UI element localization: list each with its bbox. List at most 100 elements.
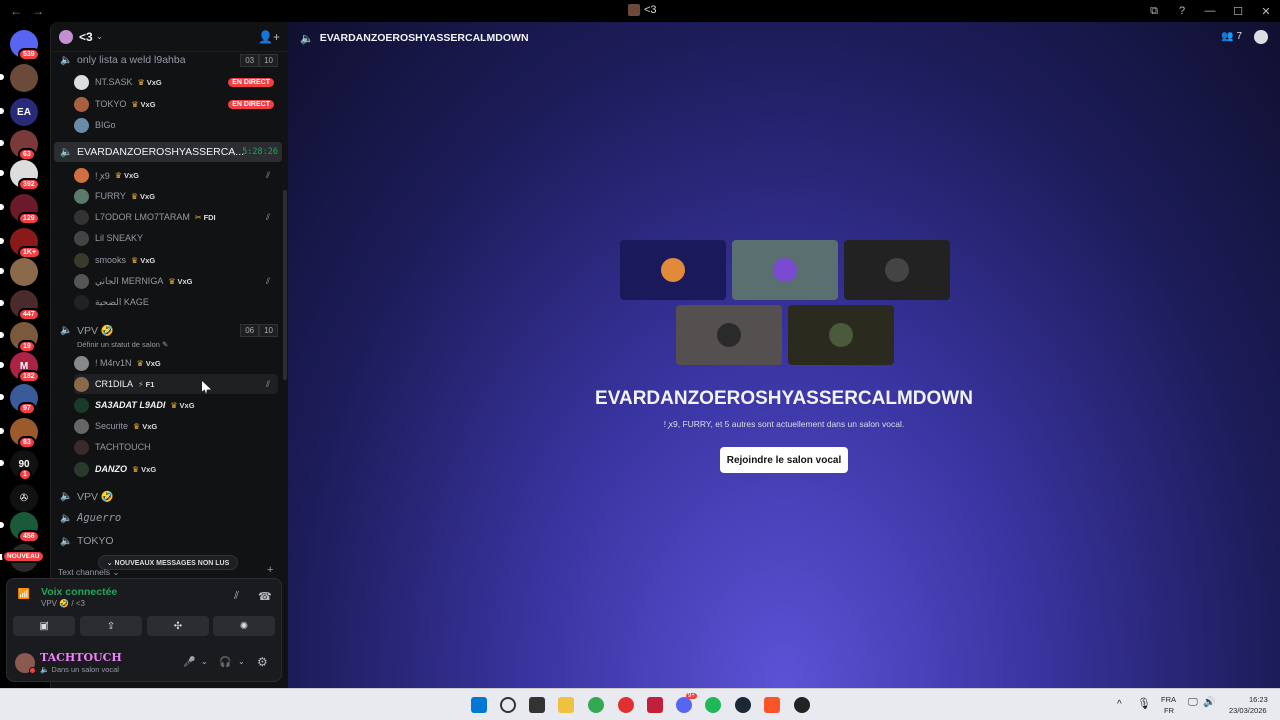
language-top[interactable]: FRA xyxy=(1161,695,1176,704)
voice-user[interactable]: Lil SNEAKY xyxy=(74,228,278,248)
windows-start-icon[interactable] xyxy=(471,697,487,713)
avatar xyxy=(74,418,89,434)
participant-tile[interactable] xyxy=(732,240,838,300)
spotify-icon[interactable] xyxy=(705,697,721,713)
help-icon[interactable]: ? xyxy=(1168,5,1196,17)
muted-icon: ⫽ xyxy=(265,169,270,180)
microphone-icon[interactable]: 🎤 xyxy=(183,657,195,668)
soundboard-button[interactable]: ✺ xyxy=(213,616,275,636)
voice-user[interactable]: SA3ADAT L9ADI ♛ VxG xyxy=(74,395,278,415)
discord-icon[interactable] xyxy=(676,697,692,713)
chevron-down-icon[interactable]: ⌄ xyxy=(201,657,208,666)
voice-user[interactable]: BIGo xyxy=(74,115,278,135)
voice-channel[interactable]: 🔈 only lista a weld l9ahba 03 10 xyxy=(54,50,282,70)
channel-name: EVARDANZOEROSHYASSERCA... xyxy=(77,146,245,158)
file-explorer-icon[interactable] xyxy=(558,697,574,713)
channel-name: VPV 🤣 xyxy=(77,324,115,337)
close-button[interactable]: ✕ xyxy=(1252,5,1280,18)
voice-user[interactable]: CR1DILA ⚡ F1 ⫽ xyxy=(74,374,278,394)
voice-user[interactable]: Securite ♛ VxG xyxy=(74,416,278,436)
avatar xyxy=(74,397,89,413)
voice-channel[interactable]: 🔈 Aguerro xyxy=(54,508,282,528)
participant-tile[interactable] xyxy=(676,305,782,365)
signal-icon[interactable]: 📶 xyxy=(15,589,33,607)
live-badge: EN DIRECT xyxy=(228,99,274,109)
task-view-icon[interactable] xyxy=(529,697,545,713)
unread-pip xyxy=(0,460,4,466)
join-voice-button[interactable]: Rejoindre le salon vocal xyxy=(720,447,848,473)
voice-user[interactable]: TOKYO ♛ VxG EN DIRECT xyxy=(74,94,278,114)
clan-tag-text: VxG xyxy=(177,276,193,286)
screen-share-button[interactable]: ⇪ xyxy=(80,616,142,636)
avatar xyxy=(717,323,741,347)
server-badge: NOUVEAU xyxy=(2,550,45,563)
headphones-icon[interactable]: 🎧 xyxy=(219,657,231,668)
voice-user[interactable]: DANZO ♛ VxG xyxy=(74,459,278,479)
camera-button[interactable]: ▣̸ xyxy=(13,616,75,636)
unread-pip xyxy=(0,428,4,434)
server-icon[interactable]: EA xyxy=(10,98,38,126)
voice-channel[interactable]: 🔈 VPV 🤣 xyxy=(54,486,282,506)
voice-connected-channel[interactable]: VPV 🤣 / <3 xyxy=(41,599,85,608)
server-icon[interactable] xyxy=(10,258,38,286)
server-badge: 83 xyxy=(18,436,36,449)
voice-user[interactable]: الجاني MERNIGA ♛ VxG ⫽ xyxy=(74,271,278,291)
voice-user[interactable]: smooks ♛ VxG xyxy=(74,250,278,270)
avatar xyxy=(74,376,89,392)
inbox-icon[interactable]: ⧉ xyxy=(1140,5,1168,18)
voice-user[interactable]: TACHTOUCH xyxy=(74,437,278,457)
unread-pip xyxy=(0,300,4,306)
clan-tag: ♛ VxG xyxy=(132,465,156,474)
voice-user[interactable]: الضحية KAGE xyxy=(74,292,278,312)
clock-time[interactable]: 16:23 xyxy=(1249,695,1268,704)
voice-user[interactable]: ! ꭗ9 ♛ VxG ⫽ xyxy=(74,165,278,185)
server-badge: 447 xyxy=(18,308,40,321)
minimize-button[interactable]: — xyxy=(1196,5,1224,17)
forward-arrow-icon[interactable]: → xyxy=(32,4,44,18)
chat-bubble-icon[interactable] xyxy=(1254,30,1268,44)
gear-icon[interactable]: ⚙ xyxy=(257,655,268,669)
steam-icon[interactable] xyxy=(735,697,751,713)
noise-suppression-icon[interactable]: ⫽ xyxy=(234,590,239,603)
language-bottom[interactable]: FR xyxy=(1164,706,1174,715)
clan-tag-text: VxG xyxy=(146,77,162,87)
microphone-tray-icon[interactable]: 🎙 xyxy=(1137,697,1151,710)
participant-tile[interactable] xyxy=(788,305,894,365)
member-count[interactable]: 👥 7 xyxy=(1221,31,1242,42)
acrobat-icon[interactable] xyxy=(647,697,663,713)
disconnect-icon[interactable]: ☎ xyxy=(258,590,272,603)
text-channels-category[interactable]: Text channels ⌄ xyxy=(58,567,119,578)
server-icon[interactable] xyxy=(10,64,38,92)
participant-tile[interactable] xyxy=(620,240,726,300)
voice-channel[interactable]: 🔈 TOKYO xyxy=(54,531,282,551)
activities-button[interactable]: ✣ xyxy=(147,616,209,636)
chevron-up-icon[interactable]: ^ xyxy=(1117,699,1122,710)
server-icon[interactable]: ✇ xyxy=(10,484,38,512)
chevron-down-icon[interactable]: ⌄ xyxy=(238,657,245,666)
chrome-icon[interactable] xyxy=(588,697,604,713)
maximize-button[interactable]: ☐ xyxy=(1224,5,1252,18)
voice-user[interactable]: ! M4rv1N ♛ VxG xyxy=(74,353,278,373)
crown-icon: ♛ xyxy=(168,276,176,286)
channel-status[interactable]: Définir un statut de salon ✎ xyxy=(77,340,168,349)
add-channel-icon[interactable]: + xyxy=(267,564,273,576)
clock-date[interactable]: 23/03/2026 xyxy=(1229,706,1267,715)
obs-icon[interactable] xyxy=(794,697,810,713)
current-username[interactable]: TACHTOUCH xyxy=(40,651,122,664)
voice-user[interactable]: FURRY ♛ VxG xyxy=(74,186,278,206)
search-icon[interactable] xyxy=(500,697,516,713)
voice-user[interactable]: NT.SASK ♛ VxG EN DIRECT xyxy=(74,72,278,92)
back-arrow-icon[interactable]: ← xyxy=(10,4,22,18)
network-icon[interactable]: 🖵 xyxy=(1188,697,1198,708)
dnd-status-icon xyxy=(29,667,36,674)
voice-user[interactable]: L7ODOR LMO7TARAM ✂ FDI ⫽ xyxy=(74,207,278,227)
volume-icon[interactable]: 🔊 xyxy=(1203,697,1215,708)
voice-connected-title[interactable]: Voix connectée xyxy=(41,586,117,598)
voice-channel[interactable]: 🔈 VPV 🤣 06 10 xyxy=(54,320,282,340)
brave-icon[interactable] xyxy=(764,697,780,713)
participant-tile[interactable] xyxy=(844,240,950,300)
voice-channel[interactable]: 🔈 EVARDANZOEROSHYASSERCA... 5:28:26 xyxy=(54,142,282,162)
sidebar-scrollbar[interactable] xyxy=(283,190,287,380)
opera-icon[interactable] xyxy=(618,697,634,713)
username: الجاني MERNIGA xyxy=(95,275,164,286)
